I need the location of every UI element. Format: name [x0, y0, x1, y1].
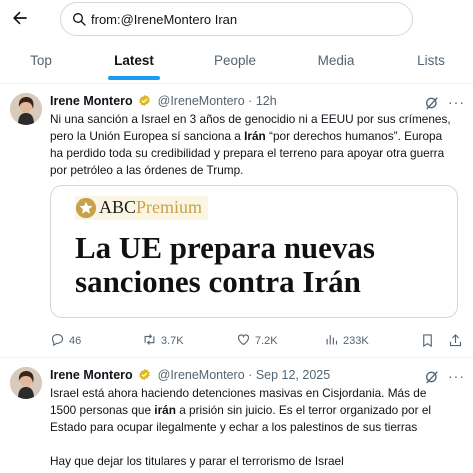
tweet-line: Ni una sanción a Israel en 3 años de gen…	[50, 111, 466, 128]
handle[interactable]: @IreneMontero	[158, 368, 245, 382]
star-logo-icon	[75, 197, 97, 219]
brand-abc: ABC	[99, 197, 137, 217]
tweet-line: por petróleo a las órdenes de Trump.	[50, 162, 466, 179]
tab-people[interactable]: People	[194, 44, 276, 84]
avatar-image	[10, 93, 42, 125]
search-tabs: Top Latest People Media Lists	[0, 44, 473, 84]
reply-count: 46	[69, 335, 82, 347]
tweet-line	[50, 436, 466, 453]
active-tab-indicator	[108, 76, 160, 80]
repost-icon	[144, 334, 155, 345]
reply-icon	[51, 333, 64, 347]
text-span: 1500 personas que	[50, 403, 155, 417]
tweet-line: 1500 personas que irán a prisión sin jui…	[50, 402, 466, 419]
highlighted-term: irán	[154, 403, 176, 417]
search-query: from:@IreneMontero Iran	[91, 12, 238, 27]
search-icon	[73, 13, 86, 26]
tab-media[interactable]: Media	[296, 44, 376, 84]
tweet-line: Hay que dejar los titulares y parar el t…	[50, 453, 466, 470]
tweet-line: ha perdido toda su credibilidad y prepar…	[50, 145, 466, 162]
separator: ·	[248, 94, 253, 108]
verified-badge-icon	[139, 94, 150, 107]
top-bar: from:@IreneMontero Iran	[0, 0, 473, 38]
text-span: por petróleo a las órdenes de Trump.	[50, 163, 244, 177]
view-count: 233K	[343, 335, 369, 347]
tweet-actions: 46 3.7K 7.2K 233K	[50, 332, 466, 350]
tweet-line: pero la Unión Europea sí sanciona a Irán…	[50, 128, 466, 145]
headline-line: La UE prepara nuevas	[75, 230, 375, 265]
repost-button[interactable]: 3.7K	[142, 332, 184, 350]
tweet-line: Israel está ahora haciendo detenciones m…	[50, 385, 466, 402]
text-span: Estado para ocupar ilegalmente y echar a…	[50, 420, 418, 434]
like-button[interactable]: 7.2K	[236, 332, 278, 350]
tab-label: People	[213, 53, 257, 68]
text-span: Hay que dejar los titulares y parar el t…	[50, 454, 344, 468]
search-input[interactable]: from:@IreneMontero Iran	[60, 2, 413, 36]
repost-count: 3.7K	[161, 335, 184, 347]
link-card[interactable]: ABCPremium La UE prepara nuevas sancione…	[50, 185, 458, 318]
highlighted-term: Irán	[244, 129, 266, 143]
text-span: a prisión sin juicio. Es el terror organ…	[175, 403, 432, 417]
timestamp[interactable]: Sep 12, 2025	[256, 368, 330, 382]
tab-label: Lists	[417, 53, 445, 68]
tweet[interactable]: Irene Montero @IreneMontero · Sep 12, 20…	[0, 359, 473, 473]
back-arrow-icon[interactable]	[10, 8, 30, 28]
avatar[interactable]	[10, 93, 42, 125]
tab-top[interactable]: Top	[0, 44, 82, 84]
like-count: 7.2K	[255, 335, 278, 347]
avatar[interactable]	[10, 367, 42, 399]
tweet-line: Estado para ocupar ilegalmente y echar a…	[50, 419, 466, 436]
grok-icon[interactable]	[424, 95, 440, 111]
tweet-text: Ni una sanción a Israel en 3 años de gen…	[50, 111, 466, 179]
avatar-image	[10, 367, 42, 399]
separator: ·	[248, 368, 253, 382]
headline-line: sanciones contra Irán	[75, 264, 361, 299]
like-icon	[237, 334, 250, 346]
abc-premium-logo: ABCPremium	[75, 196, 209, 220]
text-span: pero la Unión Europea sí sanciona a	[50, 129, 245, 143]
tab-lists[interactable]: Lists	[392, 44, 470, 84]
brand-premium: Premium	[136, 197, 203, 217]
text-span: Israel está ahora haciendo detenciones m…	[50, 386, 427, 400]
tab-label: Media	[317, 53, 355, 68]
views-button[interactable]: 233K	[324, 332, 369, 350]
reply-button[interactable]: 46	[50, 332, 81, 350]
views-icon	[326, 335, 338, 345]
verified-badge-icon	[139, 368, 150, 381]
card-headline: La UE prepara nuevas sanciones contra Ir…	[75, 231, 455, 299]
grok-icon[interactable]	[424, 369, 440, 385]
tweet-header: Irene Montero @IreneMontero · 12h	[50, 94, 277, 110]
tweet-text: Israel está ahora haciendo detenciones m…	[50, 385, 466, 470]
text-span: “por derechos humanos”. Europa	[265, 129, 443, 143]
tweet[interactable]: Irene Montero @IreneMontero · 12h ··· Ni…	[0, 85, 473, 358]
share-icon[interactable]	[448, 333, 463, 348]
tab-latest[interactable]: Latest	[94, 44, 174, 84]
tweet-header: Irene Montero @IreneMontero · Sep 12, 20…	[50, 368, 330, 384]
timestamp[interactable]: 12h	[256, 94, 277, 108]
bookmark-icon[interactable]	[420, 333, 435, 348]
tab-label: Latest	[114, 53, 154, 68]
display-name[interactable]: Irene Montero	[50, 368, 133, 382]
text-span: Ni una sanción a Israel en 3 años de gen…	[50, 112, 451, 126]
handle[interactable]: @IreneMontero	[158, 94, 245, 108]
text-span: ha perdido toda su credibilidad y prepar…	[50, 146, 445, 160]
tab-label: Top	[30, 53, 52, 68]
display-name[interactable]: Irene Montero	[50, 94, 133, 108]
